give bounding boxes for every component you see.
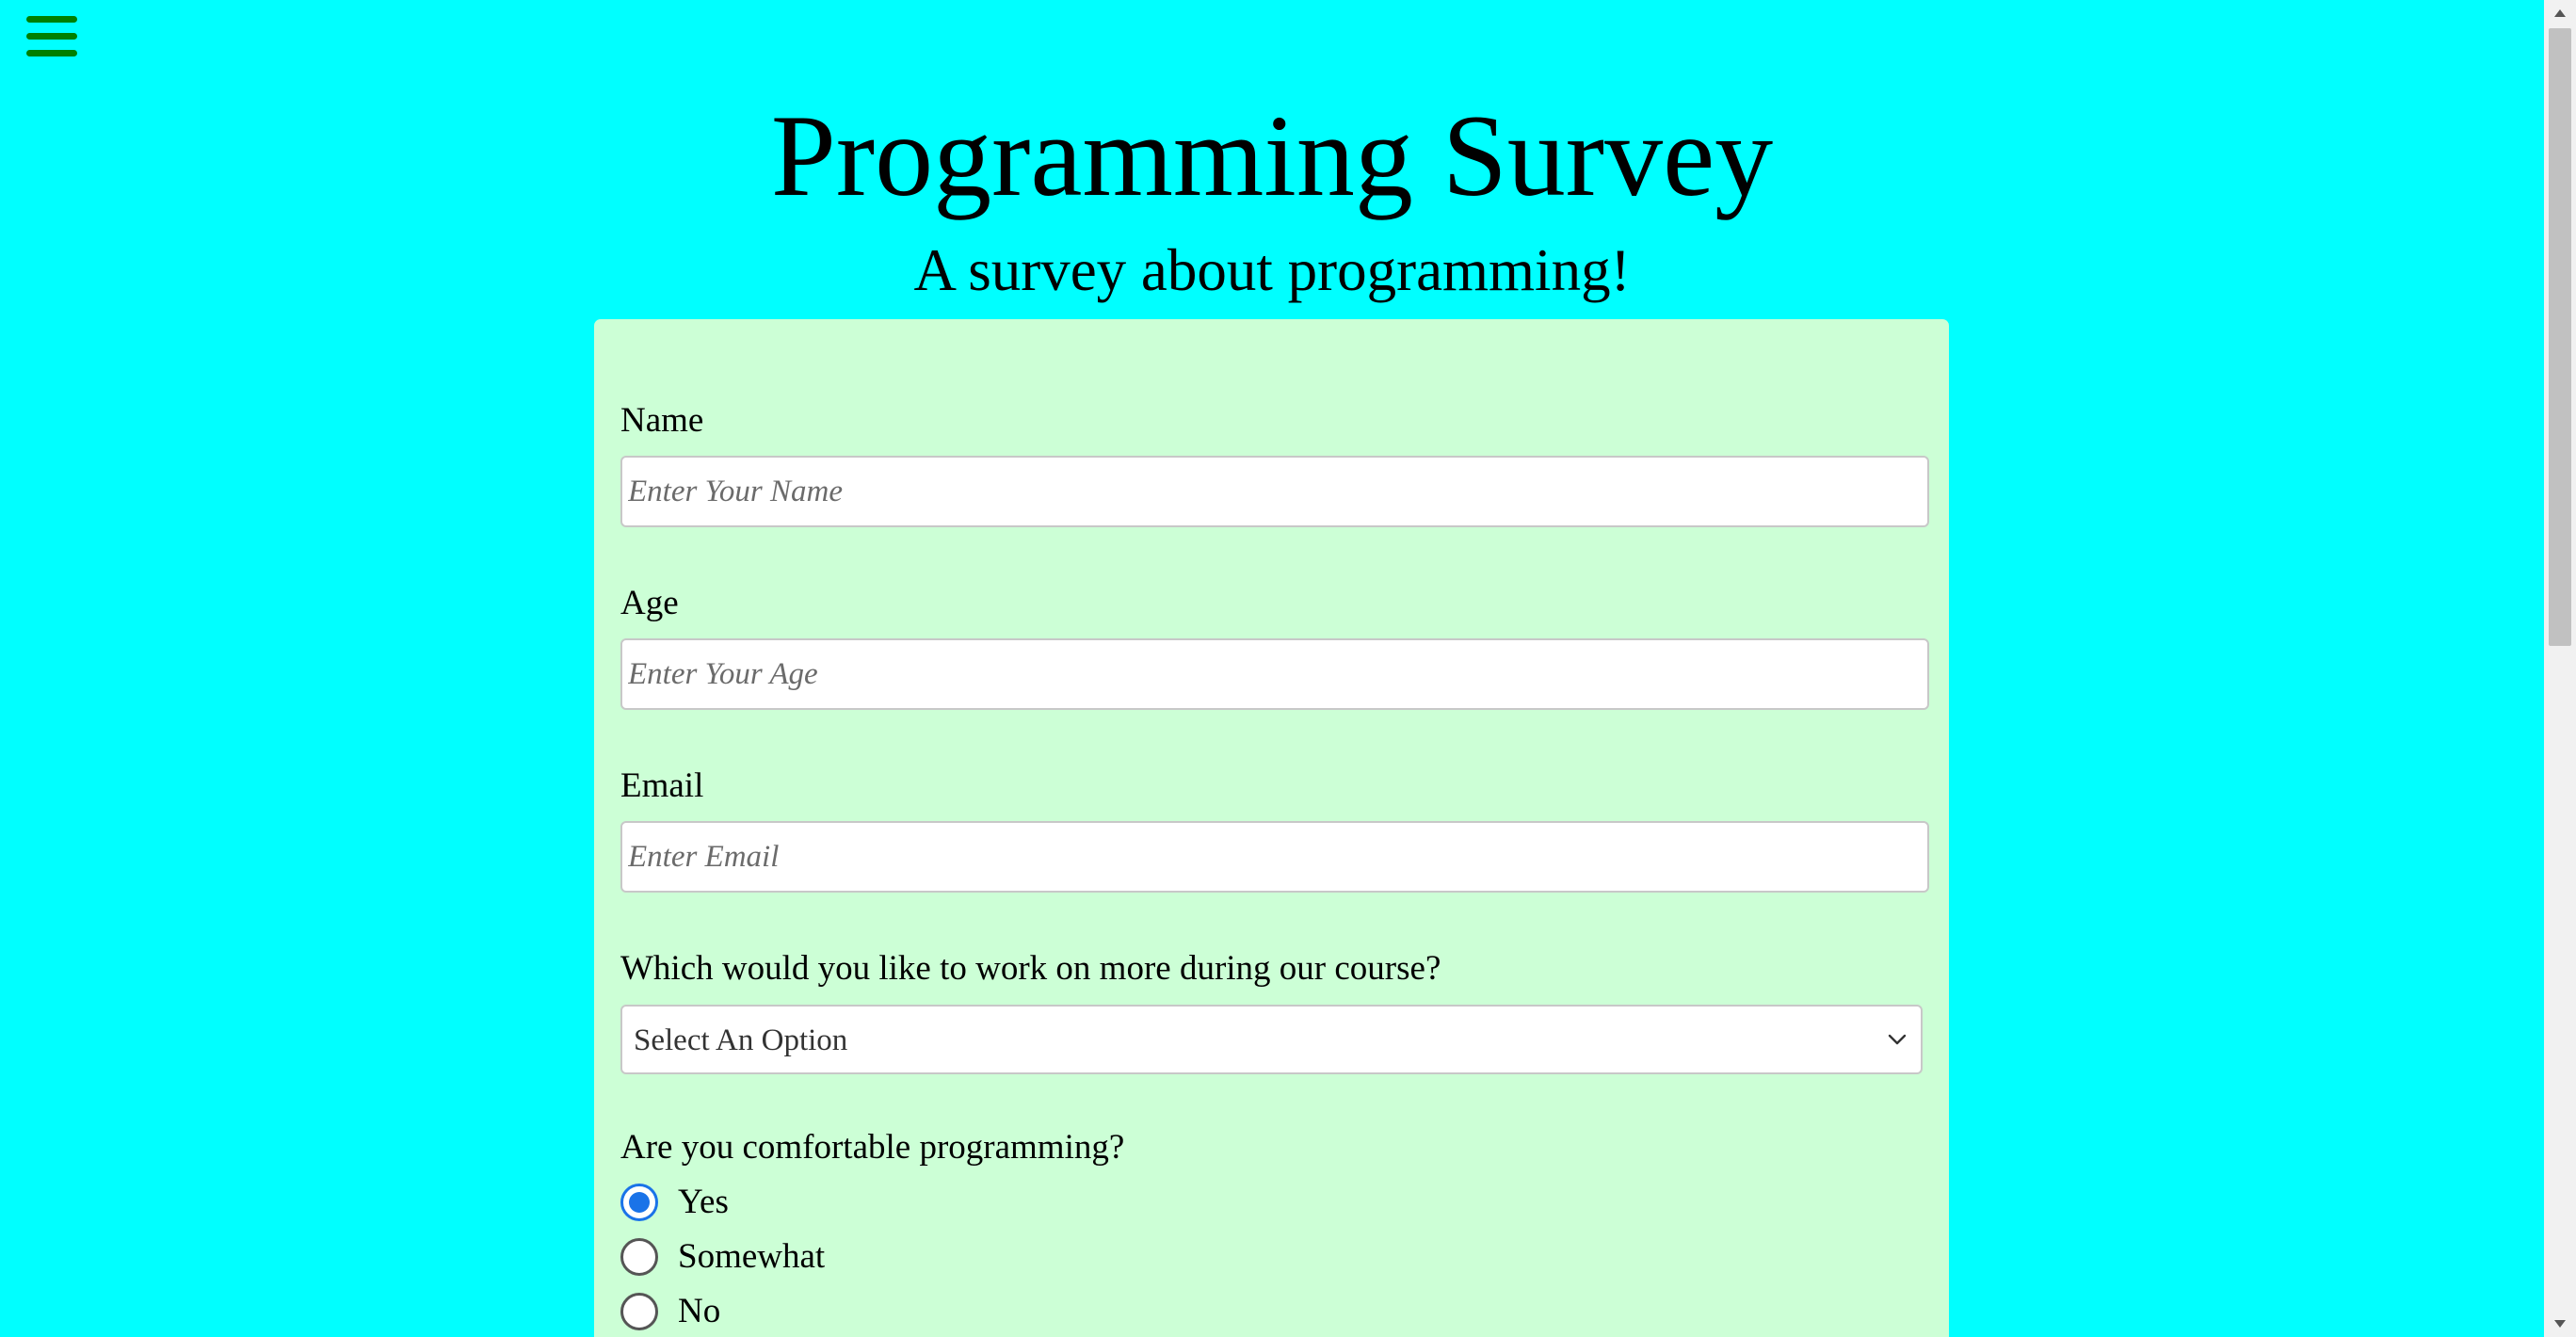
menu-bar <box>26 33 77 40</box>
radio-button[interactable] <box>620 1293 658 1330</box>
course-focus-select[interactable]: Select An Option <box>620 1005 1923 1074</box>
radio-label-yes: Yes <box>678 1183 729 1221</box>
age-label: Age <box>620 584 679 622</box>
name-input[interactable] <box>620 456 1929 527</box>
radio-dot <box>629 1192 650 1213</box>
survey-form: Name Age Email Which would you like to w… <box>594 319 1949 1337</box>
email-input[interactable] <box>620 821 1929 893</box>
radio-label-no: No <box>678 1292 721 1330</box>
scroll-down-arrow-icon[interactable] <box>2544 1309 2576 1337</box>
menu-bar <box>26 50 77 56</box>
page-title: Programming Survey <box>770 91 1774 220</box>
menu-bar <box>26 16 77 23</box>
age-input[interactable] <box>620 638 1929 710</box>
chevron-down-icon <box>1888 1034 1907 1045</box>
name-label: Name <box>620 401 704 440</box>
hamburger-menu-icon[interactable] <box>26 16 77 57</box>
page-description: A survey about programming! <box>913 237 1631 303</box>
vertical-scrollbar[interactable] <box>2544 0 2576 1337</box>
course-focus-label: Which would you like to work on more dur… <box>620 949 1441 988</box>
radio-label-somewhat: Somewhat <box>678 1237 826 1276</box>
radio-button[interactable] <box>620 1238 658 1276</box>
radio-button-checked[interactable] <box>620 1184 658 1221</box>
scroll-up-arrow-icon[interactable] <box>2544 0 2576 28</box>
email-label: Email <box>620 766 704 805</box>
course-focus-selected-value: Select An Option <box>634 1023 848 1057</box>
comfort-label: Are you comfortable programming? <box>620 1128 1125 1167</box>
scrollbar-thumb[interactable] <box>2549 28 2571 646</box>
